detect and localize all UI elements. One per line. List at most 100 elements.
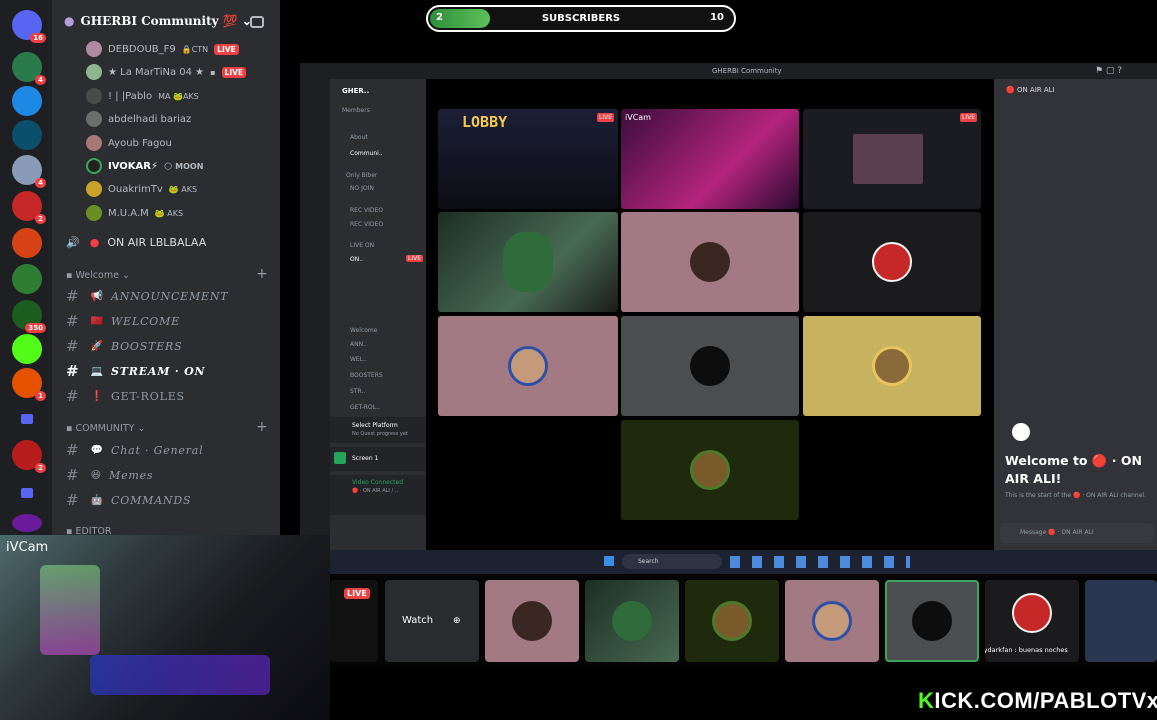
webcam-label: iVCam <box>6 540 49 555</box>
voice-connected-panel[interactable]: Video Connected 🔴 · ON AIR ALI / .. <box>330 475 426 515</box>
speaker-icon: 🔊 <box>66 235 80 249</box>
participant-thumb[interactable] <box>685 580 779 662</box>
server-icon[interactable] <box>12 228 42 258</box>
inner-channel[interactable]: ON.. <box>350 256 363 263</box>
avatar <box>812 601 852 641</box>
participant-thumb[interactable] <box>485 580 579 662</box>
folder-icon[interactable] <box>12 404 42 434</box>
inner-channel[interactable]: REC VIDEO <box>350 207 383 214</box>
select-platform-panel[interactable]: Select Platform No Quest progress yet <box>330 417 426 443</box>
windows-start-icon[interactable] <box>604 556 614 566</box>
category-community[interactable]: ▪ COMMUNITY ⌄ <box>66 423 145 434</box>
stream-tile-lobby[interactable]: LOBBY LIVE <box>438 109 618 209</box>
video-tile[interactable] <box>803 212 981 312</box>
taskbar-search[interactable]: Search <box>622 554 722 569</box>
inner-guild-name[interactable]: GHER.. <box>342 87 369 95</box>
inner-channel[interactable]: About <box>350 134 368 141</box>
video-tile[interactable] <box>621 212 799 312</box>
camera-icon: ▪ <box>210 67 216 77</box>
stream-thumb[interactable]: LIVE <box>330 580 378 662</box>
inner-titlebar: GHERBI Community ⚑ ▢ ? <box>300 63 1157 79</box>
video-tile[interactable] <box>438 212 618 312</box>
windows-taskbar: Search <box>300 550 1157 574</box>
inner-channel[interactable]: NO JOIN <box>350 185 374 192</box>
add-channel-icon[interactable]: + <box>256 419 268 435</box>
kick-watermark: KICK.COM/PABLOTVx <box>918 688 1157 713</box>
add-channel-icon[interactable]: + <box>256 266 268 282</box>
participant-thumb[interactable] <box>1085 580 1157 662</box>
taskbar-app-icons[interactable] <box>730 556 910 568</box>
voice-user[interactable]: M.U.A.M 🐸 AKS <box>86 202 183 224</box>
voice-user[interactable]: DEBDOUB_F9 🔒CTN LIVE <box>86 38 239 60</box>
inner-channel[interactable]: LIVE ON <box>350 242 374 249</box>
channel-commands[interactable]: # 🤖 COMMANDS <box>66 489 191 511</box>
server-icon[interactable] <box>12 120 42 150</box>
window-controls-icon[interactable]: ⚑ ▢ ? <box>1095 66 1122 76</box>
server-icon[interactable] <box>12 86 42 116</box>
participant-thumb-speaking[interactable] <box>885 580 979 662</box>
channel-get-roles[interactable]: # ❗ GET-ROLES <box>66 385 185 407</box>
streamer-webcam: iVCam <box>0 535 330 720</box>
channel-chat-general[interactable]: # 💬 Chat · General <box>66 439 203 461</box>
inner-channel[interactable]: WEL.. <box>350 356 367 363</box>
discord-home-icon[interactable]: 16 <box>12 10 46 43</box>
channel-boosters[interactable]: # 🚀 BOOSTERS <box>66 335 182 357</box>
server-icon[interactable]: 2 <box>12 191 46 224</box>
category-welcome[interactable]: ▪ Welcome ⌄ <box>66 270 130 281</box>
inner-channel[interactable]: BOOSTERS <box>350 372 383 379</box>
guild-header[interactable]: ● GHERBI Community 💯 ⌄ <box>64 14 252 28</box>
folder-icon[interactable] <box>12 478 42 508</box>
subscriber-goal-bar: 2 SUBSCRIBERS 10 <box>426 5 736 32</box>
inner-channel[interactable]: GET-ROL.. <box>350 404 380 411</box>
server-icon[interactable]: 4 <box>12 155 46 188</box>
avatar <box>86 205 102 221</box>
voice-user[interactable]: ! | |Pablo MA 🐸AKS <box>86 85 199 107</box>
chat-caption: rydarkfan : buenas noches <box>985 646 1068 654</box>
guild-icon: ● <box>64 14 75 28</box>
video-tile[interactable] <box>621 420 799 520</box>
stream-tile-ivcam[interactable]: iVCam <box>621 109 799 209</box>
inner-channel[interactable]: Communi.. <box>350 150 383 157</box>
inner-members[interactable]: Members <box>342 107 370 114</box>
message-input[interactable]: Message 🔴 · ON AIR ALI <box>1000 523 1154 543</box>
video-tile[interactable] <box>438 316 618 416</box>
watch-button[interactable]: Watch <box>402 615 433 626</box>
inner-channel[interactable]: ANN.. <box>350 341 367 348</box>
server-icon[interactable] <box>12 264 42 294</box>
stream-tile-screen[interactable]: LIVE <box>803 109 981 209</box>
voice-user[interactable]: OuakrimTv 🐸 AKS <box>86 178 197 200</box>
inner-channel[interactable]: STR.. <box>350 388 365 395</box>
video-grid: LOBBY LIVE iVCam LIVE <box>426 79 994 550</box>
participant-thumb[interactable]: rydarkfan : buenas noches <box>985 580 1079 662</box>
inner-channel[interactable]: Only Biber <box>346 172 377 179</box>
add-member-icon[interactable] <box>250 16 264 28</box>
avatar <box>912 601 952 641</box>
zoom-icon[interactable]: ⊕ <box>453 616 461 626</box>
screen-share-panel[interactable]: Screen 1 <box>330 447 426 471</box>
video-tile[interactable] <box>621 316 799 416</box>
participant-thumb[interactable] <box>785 580 879 662</box>
voice-user[interactable]: IVOKAR⚡ 🌕 MOON <box>86 155 203 177</box>
voice-user[interactable]: ★ La MarTiNa 04 ★ ▪ LIVE <box>86 61 247 83</box>
server-icon[interactable] <box>12 514 42 532</box>
inner-chat-panel: 🔴 ON AIR ALI Welcome to 🔴 · ON AIR ALI! … <box>994 79 1157 550</box>
participant-thumb[interactable] <box>585 580 679 662</box>
video-tile[interactable] <box>803 316 981 416</box>
server-icon[interactable]: 1 <box>12 368 46 401</box>
server-icon[interactable]: 350 <box>12 300 46 333</box>
server-icon[interactable]: 4 <box>12 52 46 85</box>
channel-panel: ● GHERBI Community 💯 ⌄ DEBDOUB_F9 🔒CTN LIVE… <box>52 0 321 537</box>
kick-server-icon[interactable] <box>12 334 42 364</box>
red-dot-icon: ● <box>89 235 100 249</box>
voice-user[interactable]: abdelhadi bariaz <box>86 108 191 130</box>
server-icon[interactable]: 2 <box>12 440 46 473</box>
channel-memes[interactable]: # 😆 Memes <box>66 464 153 486</box>
voice-user[interactable]: Ayoub Fagou <box>86 132 172 154</box>
inner-channel[interactable]: Welcome <box>350 327 377 334</box>
channel-welcome[interactable]: # 🇲🇦 WELCOME <box>66 310 180 332</box>
voice-channel-on-air[interactable]: 🔊 ● ON AIR LBLBALAA <box>66 231 206 253</box>
watch-tile[interactable]: Watch ⊕ <box>385 580 479 662</box>
channel-announcement[interactable]: # 📢 ANNOUNCEMENT <box>66 285 228 307</box>
inner-channel[interactable]: REC VIDEO <box>350 221 383 228</box>
channel-stream-on[interactable]: # 💻 STREAM · ON <box>66 360 205 382</box>
